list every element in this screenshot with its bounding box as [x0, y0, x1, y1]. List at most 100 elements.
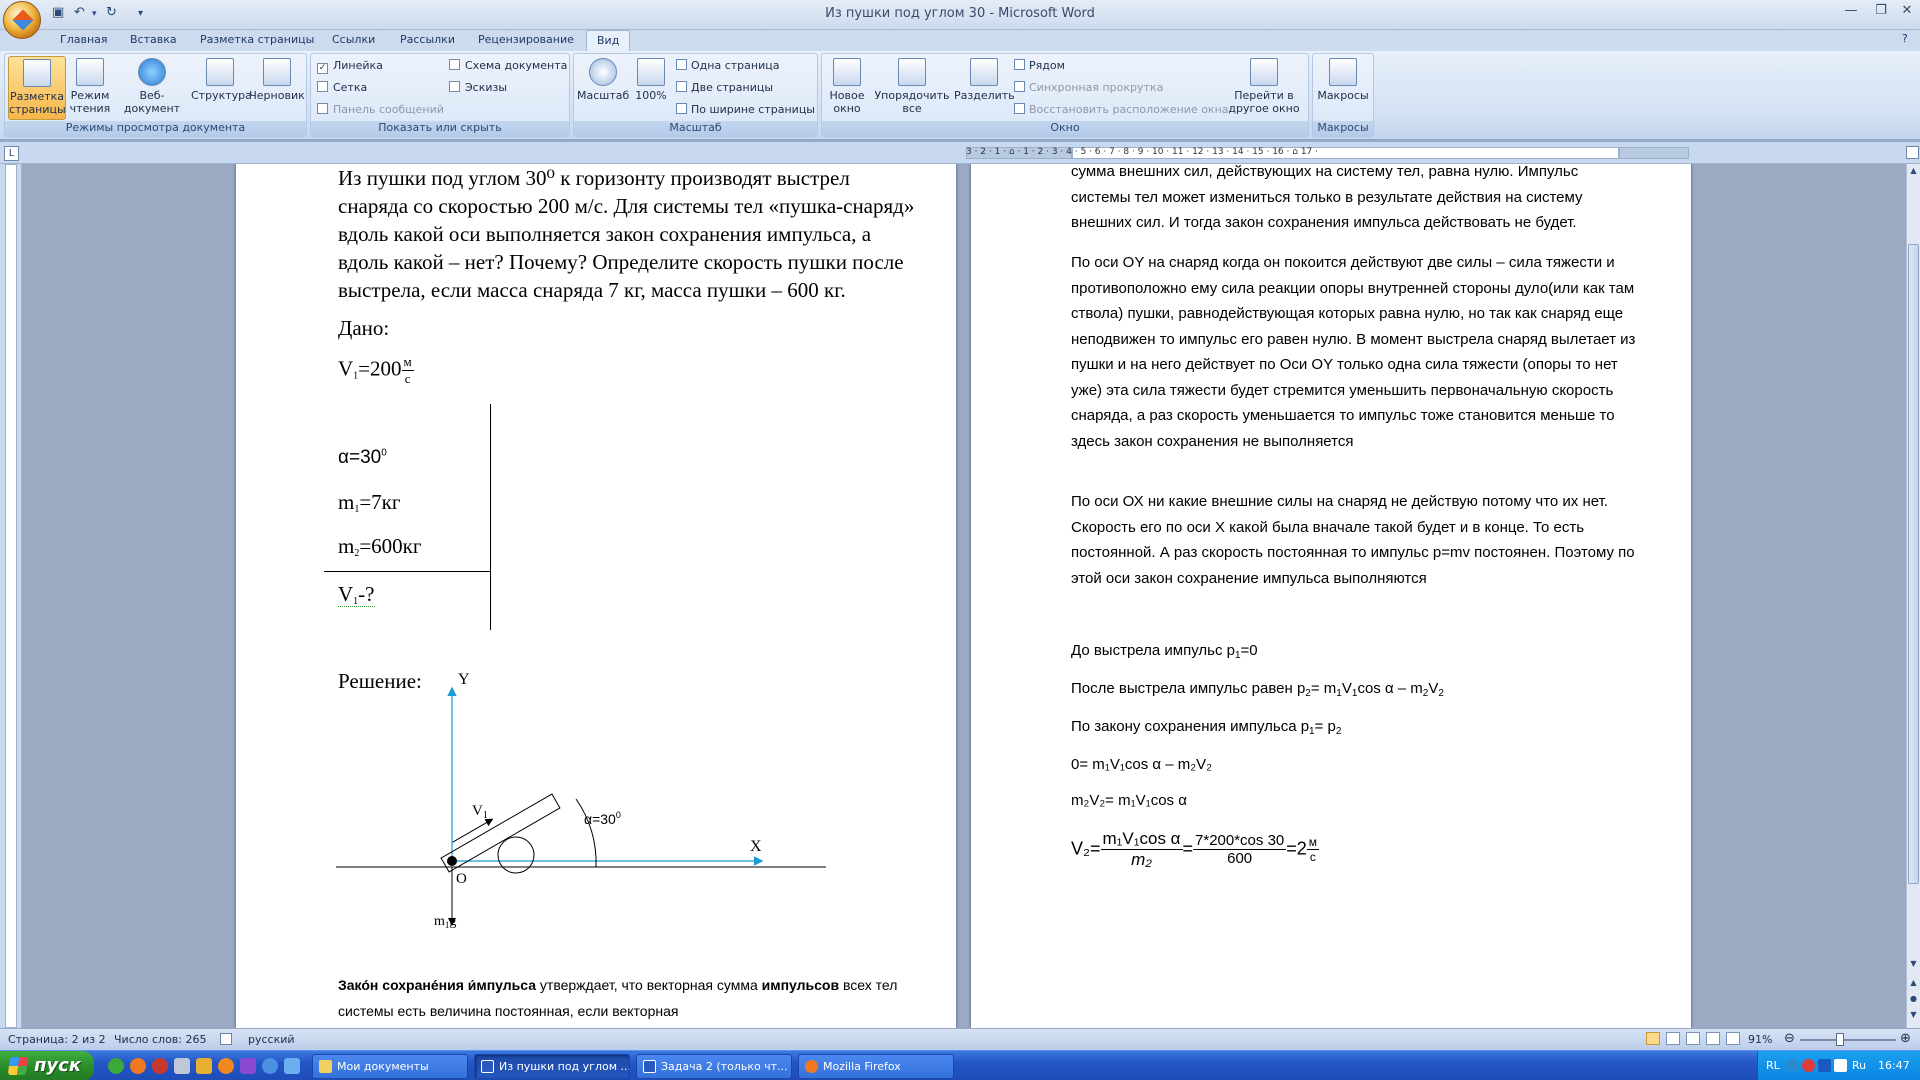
new-window-button[interactable]: Новое окно: [825, 56, 869, 120]
scroll-up-icon[interactable]: ▲: [1908, 166, 1919, 178]
switch-window-button[interactable]: Перейти в другое окно: [1222, 56, 1306, 120]
page-counter[interactable]: Страница: 2 из 2: [8, 1033, 106, 1046]
vertical-scrollbar[interactable]: ▲ ▼ ▲ ● ▼: [1906, 164, 1920, 1028]
sync-scroll-icon: [1014, 81, 1025, 92]
word-count[interactable]: Число слов: 265: [114, 1033, 207, 1046]
clock[interactable]: 16:47: [1878, 1059, 1910, 1072]
scroll-down-icon[interactable]: ▼: [1908, 959, 1919, 971]
equation-momentum-balance: m₂V₂= m₁V₁cos α: [1071, 792, 1187, 809]
tab-references[interactable]: Ссылки: [332, 33, 375, 46]
given-heading: Дано:: [338, 316, 390, 340]
help-icon[interactable]: ?: [1902, 32, 1908, 45]
next-page-icon[interactable]: ▼: [1908, 1010, 1919, 1022]
close-button[interactable]: ✕: [1896, 3, 1918, 21]
two-pages-button[interactable]: Две страницы: [676, 80, 773, 96]
angle-arc: [575, 798, 597, 868]
task-zadacha-2[interactable]: Задача 2 (только чт...: [636, 1054, 792, 1079]
equation-conservation: По закону сохранения импульса p1= p2: [1071, 718, 1342, 737]
outline-button[interactable]: Структура: [191, 56, 252, 120]
angle-label: α=300: [584, 810, 621, 827]
equation-zero: 0= m₁V₁cos α – m₂V₂: [1071, 756, 1212, 773]
equation-after-shot: После выстрела импульс равен p2= m1V1cos…: [1071, 680, 1444, 699]
qip-icon[interactable]: [218, 1058, 234, 1074]
tray-keyboard-layout[interactable]: Ru: [1852, 1059, 1866, 1072]
previous-page-icon[interactable]: ▲: [1908, 978, 1919, 990]
zoom-out-icon[interactable]: ⊖: [1784, 1031, 1795, 1046]
reset-window-button[interactable]: Восстановить расположение окна: [1014, 102, 1229, 118]
utorrent-icon[interactable]: [108, 1058, 124, 1074]
tray-language[interactable]: RL: [1766, 1059, 1780, 1072]
ie-icon[interactable]: [262, 1058, 278, 1074]
zoom-100-button[interactable]: 100%: [630, 56, 672, 120]
zoom-in-icon[interactable]: ⊕: [1900, 1031, 1911, 1046]
vertical-ruler[interactable]: [0, 164, 22, 1028]
view-reading-icon[interactable]: [1666, 1032, 1680, 1045]
origin-dot: [447, 856, 457, 866]
view-web-icon[interactable]: [1686, 1032, 1700, 1045]
tray-player-icon[interactable]: [1818, 1059, 1831, 1072]
document-workspace[interactable]: Из пушки под углом 30⁰ к горизонту произ…: [22, 164, 1906, 1028]
view-print-layout-icon[interactable]: [1646, 1032, 1660, 1045]
minimize-button[interactable]: —: [1840, 3, 1862, 21]
horizontal-ruler[interactable]: L 3 · 2 · 1 · ⌂ · 1 · 2 · 3 · 4 · 5 · 6 …: [0, 142, 1920, 164]
tray-volume-icon[interactable]: [1834, 1059, 1847, 1072]
start-button[interactable]: пуск: [0, 1051, 94, 1080]
draft-button[interactable]: Черновик: [249, 56, 305, 120]
print-layout-button[interactable]: Разметка страницы: [8, 56, 66, 120]
group-window: Новое окно Упорядочить все Разделить Ряд…: [821, 53, 1309, 137]
restore-button[interactable]: ❐: [1870, 3, 1892, 21]
one-page-button[interactable]: Одна страница: [676, 58, 779, 74]
ruler-checkbox[interactable]: ✓ Линейка: [317, 58, 383, 74]
sync-scroll-button[interactable]: Синхронная прокрутка: [1014, 80, 1163, 96]
tray-network-icon[interactable]: [1786, 1059, 1799, 1072]
given-angle: α=300: [338, 447, 387, 468]
reading-mode-button[interactable]: Режим чтения: [68, 56, 112, 120]
outline-icon: [206, 58, 234, 86]
tab-mailings[interactable]: Рассылки: [400, 33, 455, 46]
zoom-slider[interactable]: [1800, 1039, 1896, 1041]
paragraph-law-continuation: сумма внешних сил, действующих на систем…: [1071, 164, 1583, 231]
split-button[interactable]: Разделить: [954, 56, 1015, 120]
office-button[interactable]: [3, 1, 41, 39]
page-width-button[interactable]: По ширине страницы: [676, 102, 815, 118]
given-separator: [324, 571, 490, 572]
origin-label: O: [456, 871, 467, 887]
tab-page-layout[interactable]: Разметка страницы: [200, 33, 314, 46]
thumbnails-checkbox[interactable]: Эскизы: [449, 80, 507, 96]
zoom-slider-knob[interactable]: [1836, 1033, 1844, 1046]
view-outline-icon[interactable]: [1706, 1032, 1720, 1045]
tab-selector-icon[interactable]: L: [4, 146, 19, 161]
page-left[interactable]: Из пушки под углом 30⁰ к горизонту произ…: [236, 164, 956, 1028]
scrollbar-thumb[interactable]: [1908, 244, 1919, 884]
task-firefox[interactable]: Mozilla Firefox: [798, 1054, 954, 1079]
tab-view[interactable]: Вид: [586, 30, 631, 52]
arrange-all-button[interactable]: Упорядочить все: [872, 56, 952, 120]
document-map-checkbox[interactable]: Схема документа: [449, 58, 567, 74]
system-tray: RL Ru 16:47: [1757, 1051, 1920, 1080]
winamp-icon[interactable]: [196, 1058, 212, 1074]
tab-home[interactable]: Главная: [60, 33, 108, 46]
media-player-icon[interactable]: [240, 1058, 256, 1074]
task-word-document[interactable]: Из пушки под углом ...: [474, 1054, 630, 1079]
tray-antivirus-icon[interactable]: [1802, 1059, 1815, 1072]
task-my-documents[interactable]: Мои документы: [312, 1054, 468, 1079]
message-bar-checkbox[interactable]: Панель сообщений: [317, 102, 444, 118]
macros-button[interactable]: Макросы: [1316, 56, 1370, 120]
show-desktop-icon[interactable]: [174, 1058, 190, 1074]
web-layout-button[interactable]: Веб-документ: [113, 56, 191, 120]
opera-icon[interactable]: [152, 1058, 168, 1074]
language-indicator[interactable]: русский: [248, 1033, 295, 1046]
view-ruler-icon[interactable]: [1906, 146, 1919, 159]
tab-review[interactable]: Рецензирование: [478, 33, 574, 46]
page-right[interactable]: сумма внешних сил, действующих на систем…: [971, 164, 1691, 1028]
explorer-quicklaunch-icon[interactable]: [284, 1058, 300, 1074]
zoom-level[interactable]: 91%: [1748, 1033, 1772, 1046]
tab-insert[interactable]: Вставка: [130, 33, 177, 46]
zoom-button[interactable]: Масштаб: [577, 56, 629, 120]
proofing-icon[interactable]: [220, 1033, 232, 1045]
firefox-quicklaunch-icon[interactable]: [130, 1058, 146, 1074]
grid-checkbox[interactable]: Сетка: [317, 80, 367, 96]
select-browse-object-icon[interactable]: ●: [1908, 994, 1919, 1006]
side-by-side-button[interactable]: Рядом: [1014, 58, 1065, 74]
view-draft-icon[interactable]: [1726, 1032, 1740, 1045]
